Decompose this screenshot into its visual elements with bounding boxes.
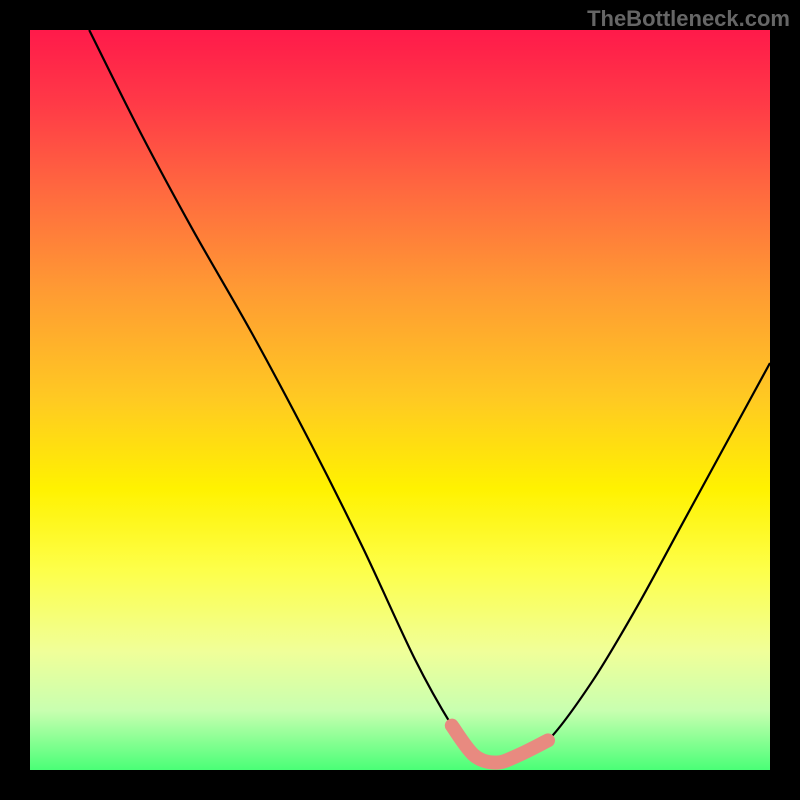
chart-svg: [30, 30, 770, 770]
watermark-text: TheBottleneck.com: [587, 6, 790, 32]
bottleneck-highlight-line: [452, 726, 548, 763]
bottleneck-curve-line: [89, 30, 770, 763]
chart-plot-area: [30, 30, 770, 770]
